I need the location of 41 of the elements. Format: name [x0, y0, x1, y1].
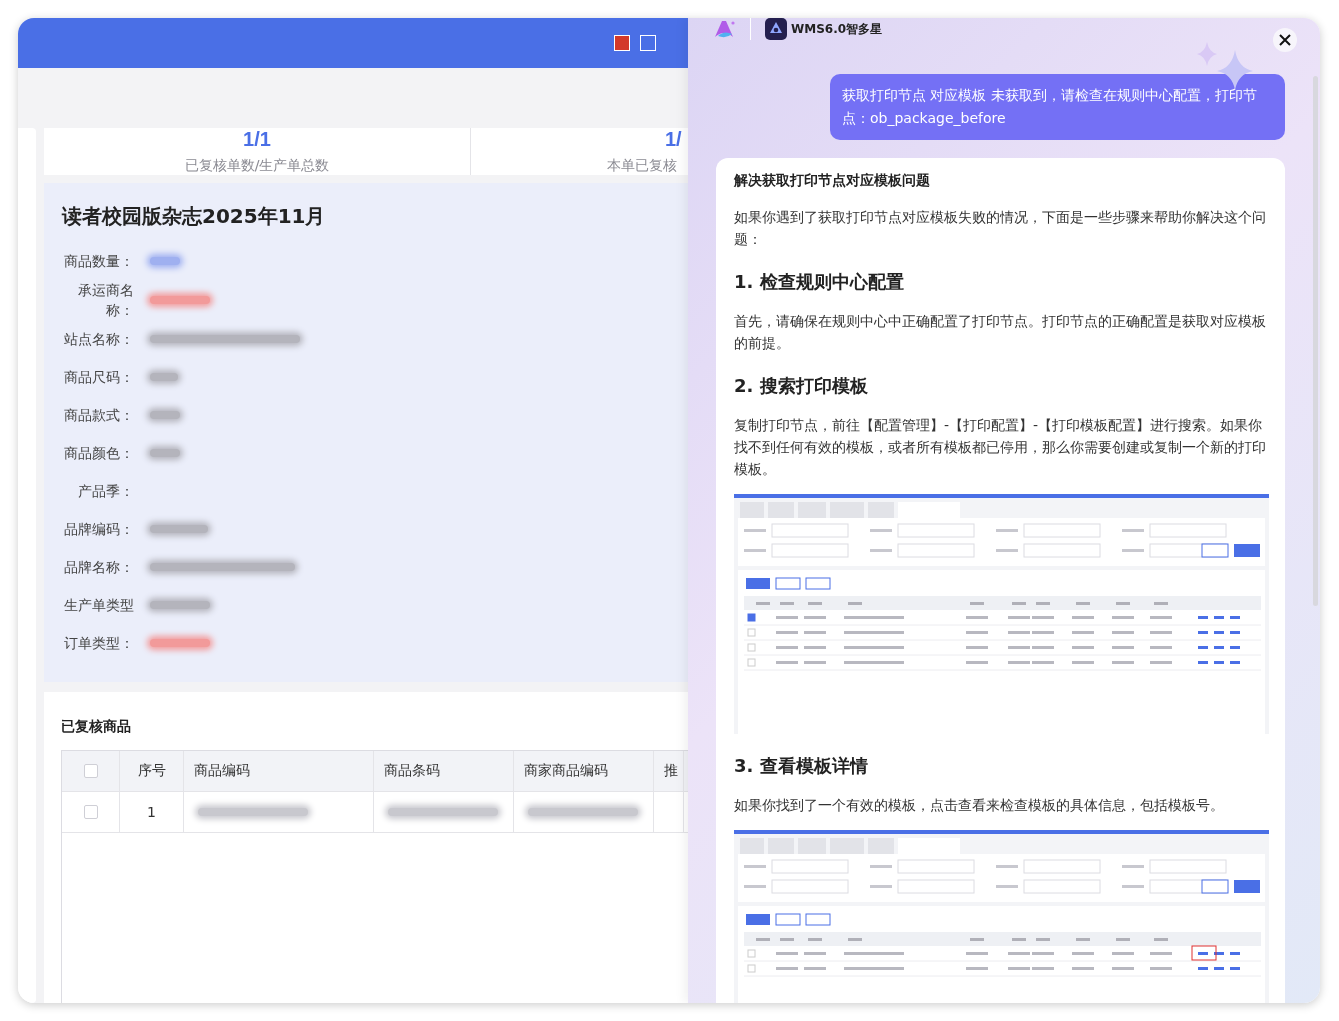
answer-heading: 1. 检查规则中心配置: [734, 270, 905, 294]
column-header: 商品条码: [384, 762, 440, 780]
field-label: 站点名称：: [63, 330, 134, 349]
logo-icon: [712, 19, 736, 39]
field-label: 品牌名称：: [63, 558, 134, 577]
row-checkbox[interactable]: [83, 805, 98, 819]
section-title: 已复核商品: [61, 717, 132, 736]
answer-heading: 2. 搜索打印模板: [734, 374, 869, 398]
stat-value: 1/1: [243, 128, 271, 151]
answer-paragraph: 如果你遇到了获取打印节点对应模板失败的情况，下面是一些步骤来帮助你解决这个问题：: [734, 208, 1267, 249]
field-label: 订单类型：: [63, 634, 134, 653]
product-title: 读者校园版杂志2025年11月: [62, 203, 327, 230]
field-label: 商品颜色：: [63, 444, 134, 463]
field-label: 承运商名称：: [77, 281, 134, 320]
stat-label: 已复核单数/生产单总数: [184, 157, 330, 175]
user-message: 获取打印节点 对应模板 未获取到，请检查在规则中心配置，打印节点：ob_package_before: [830, 74, 1285, 140]
field-label: 产品季：: [77, 482, 134, 501]
close-button[interactable]: [1273, 28, 1297, 52]
field-label: 生产单类型: [63, 596, 134, 615]
window-button[interactable]: [614, 35, 630, 51]
window-button[interactable]: [640, 35, 656, 51]
field-label: 品牌编码：: [63, 520, 134, 539]
answer-title: 解决获取打印节点对应模板问题: [734, 172, 931, 190]
select-all-checkbox[interactable]: [83, 764, 98, 778]
stat-value: 1/: [665, 128, 682, 151]
column-header: 商家商品编码: [524, 762, 608, 780]
column-header: 推: [664, 762, 678, 780]
field-label: 商品数量：: [63, 252, 134, 271]
column-header: 商品编码: [194, 762, 250, 780]
stat-label: 本单已复核: [607, 157, 677, 175]
close-icon: [1279, 34, 1291, 46]
answer-paragraph: 首先，请确保在规则中心中正确配置了打印节点。打印节点的正确配置是获取对应模板的前提。: [734, 312, 1267, 353]
assistant-name: WMS6.0智多星: [791, 20, 883, 38]
answer-paragraph: 复制打印节点，前往【配置管理】-【打印配置】-【打印模板配置】进行搜索。如果你找不到任何有效的模板，或者所有模板都已停用，那么你需要创建或复制一个新的打印模板。: [734, 416, 1267, 479]
app-icon: [765, 18, 787, 40]
field-label: 商品款式：: [63, 406, 134, 425]
answer-paragraph: 如果你找到了一个有效的模板，点击查看来检查模板的具体信息，包括模板号。: [734, 796, 1225, 815]
answer-heading: 3. 查看模板详情: [734, 754, 869, 778]
field-label: 商品尺码：: [63, 368, 134, 387]
column-header: 序号: [137, 762, 166, 780]
table-cell: 1: [147, 804, 156, 820]
